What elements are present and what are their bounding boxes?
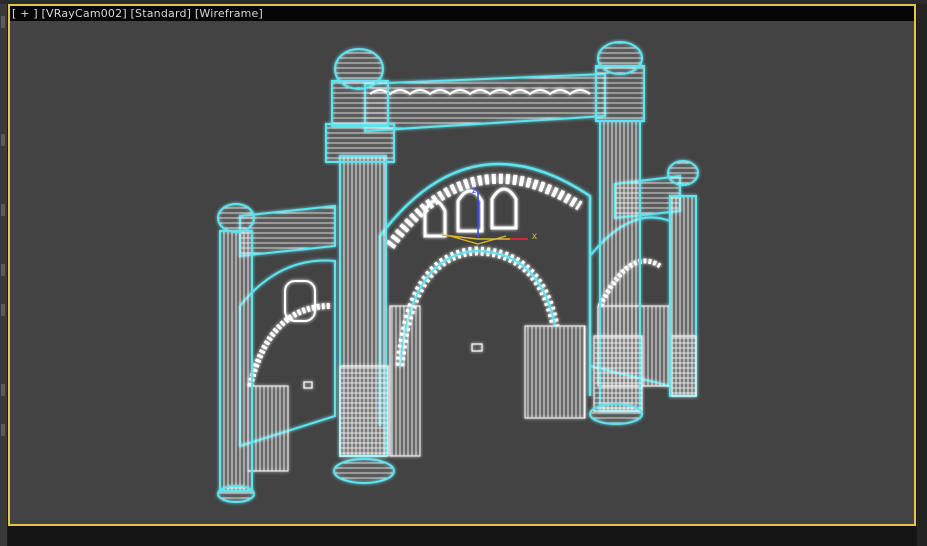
rail-handle[interactable] [1, 134, 5, 146]
helper-object[interactable] [471, 343, 483, 352]
pillar-center-left [325, 48, 395, 484]
arch-gateway-model[interactable] [217, 41, 699, 503]
pillar-right-back [667, 160, 699, 397]
right-panel-edge [917, 4, 927, 546]
transform-gizmo[interactable]: z x [441, 185, 537, 245]
left-toolbar-rail [0, 4, 7, 546]
pillar-left-front [217, 203, 255, 503]
gizmo-x-label: x [532, 231, 537, 242]
wireframe-scene[interactable]: z x [10, 6, 914, 524]
rail-handle[interactable] [1, 264, 5, 276]
rail-handle[interactable] [1, 204, 5, 216]
rail-handle[interactable] [1, 384, 5, 396]
left-side-arch [239, 259, 336, 472]
camera-viewport[interactable]: [ + ] [VRayCam002] [Standard] [Wireframe… [8, 4, 916, 526]
rail-handle[interactable] [1, 304, 5, 316]
helper-object[interactable] [303, 381, 313, 389]
viewport-bottom-bar [8, 526, 916, 546]
rail-handle[interactable] [1, 424, 5, 436]
main-arch [378, 162, 592, 457]
rail-handle[interactable] [1, 16, 5, 28]
pillar-center-right [589, 41, 645, 425]
gizmo-z-label: z [472, 185, 477, 195]
